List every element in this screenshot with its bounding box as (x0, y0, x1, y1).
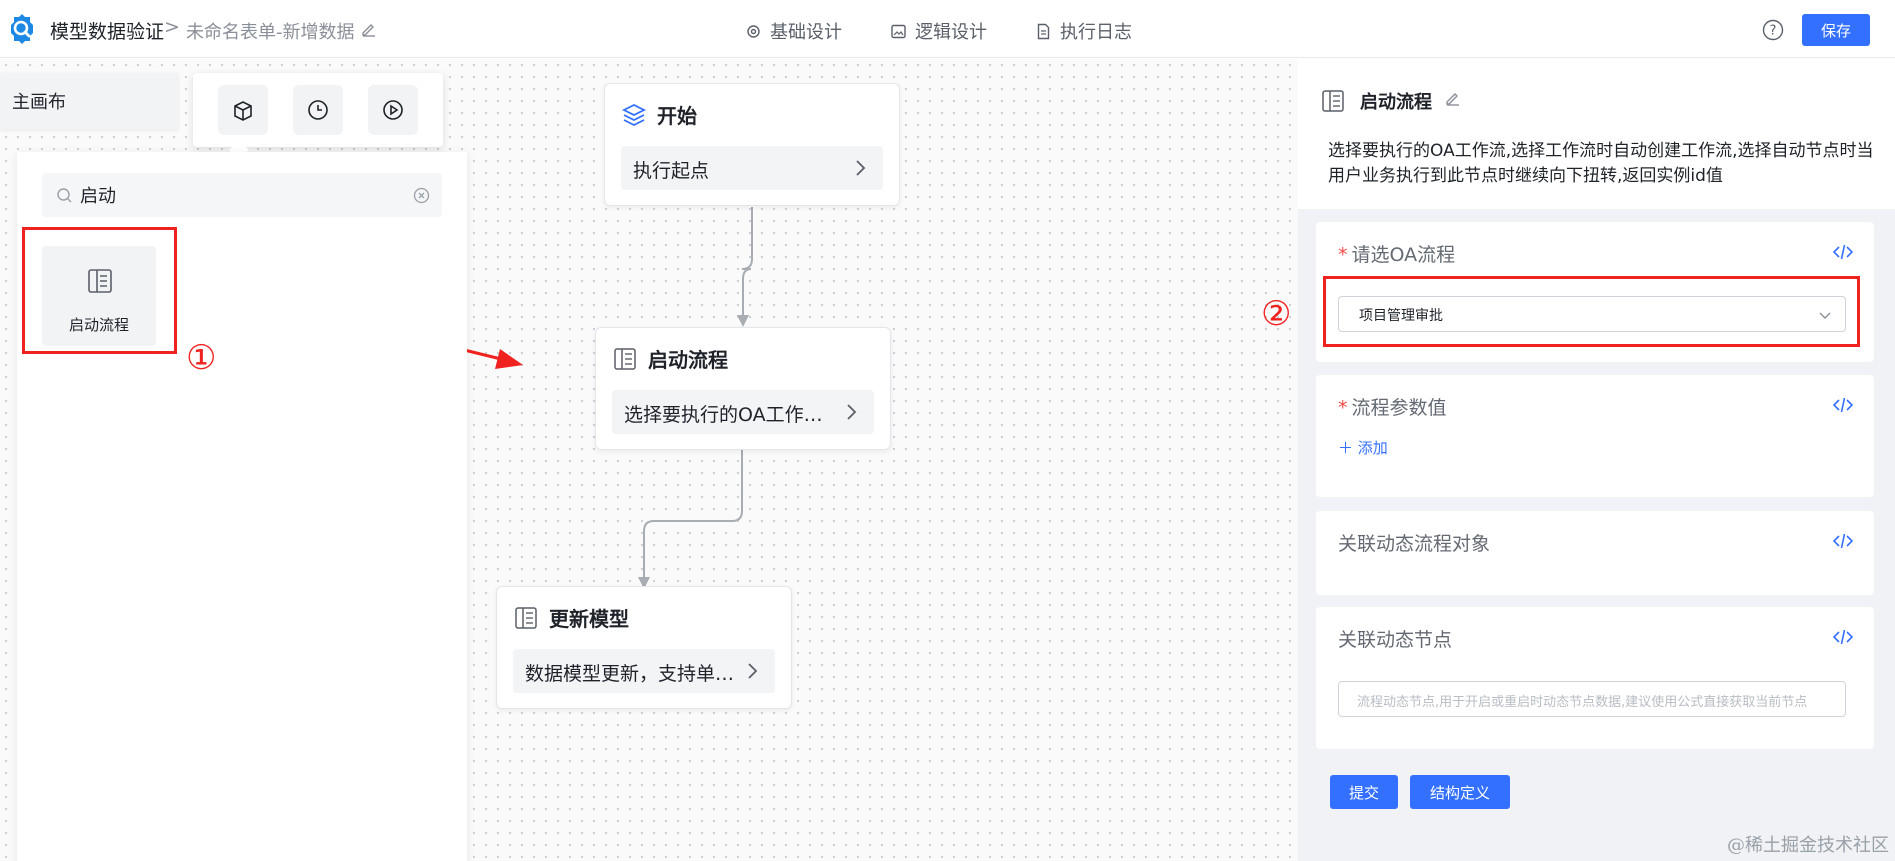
doc-list-icon (515, 606, 537, 629)
search-icon (57, 188, 72, 203)
annotation-mark-1: ① (186, 338, 217, 378)
node-title: 启动流程 (648, 348, 728, 372)
document-icon (1037, 23, 1050, 39)
tab-execution-log[interactable]: 执行日志 (1035, 18, 1132, 44)
svg-text:?: ? (1770, 24, 1777, 39)
tab-label: 基础设计 (770, 22, 842, 43)
breadcrumb-separator: > (164, 16, 180, 38)
layers-icon (621, 103, 647, 126)
clock-icon (308, 100, 328, 120)
app-logo-icon (11, 14, 33, 44)
code-icon[interactable] (1832, 242, 1854, 262)
form-name: 未命名表单-新增数据 (186, 22, 355, 43)
doc-list-icon (614, 347, 636, 370)
node-body[interactable]: 选择要执行的OA工作… (612, 390, 874, 434)
chevron-right-icon (748, 663, 758, 679)
help-icon[interactable]: ? (1762, 19, 1784, 41)
dynamic-node-input[interactable]: 流程动态节点,用于开启或重启时动态节点数据,建议使用公式直接获取当前节点 (1338, 681, 1846, 717)
field-label-text: 关联动态流程对象 (1338, 533, 1491, 555)
submit-button[interactable]: 提交 (1330, 775, 1398, 809)
clear-icon[interactable] (413, 187, 430, 204)
node-body-text: 选择要执行的OA工作… (624, 404, 823, 426)
history-button[interactable] (293, 85, 343, 135)
watermark: @稀土掘金技术社区 (1727, 835, 1889, 856)
annotation-box-1 (22, 227, 177, 354)
app-title[interactable]: 模型数据验证 (50, 17, 164, 44)
field-label: * 请选OA流程 (1338, 240, 1455, 267)
node-toolbar (193, 73, 443, 147)
node-body[interactable]: 数据模型更新，支持单… (513, 649, 775, 693)
gear-icon (747, 24, 760, 38)
flow-node-start[interactable]: 开始 执行起点 (604, 83, 900, 206)
annotation-mark-2: ② (1261, 294, 1292, 334)
field-label-text: 关联动态节点 (1338, 629, 1453, 651)
search-input[interactable] (80, 173, 400, 217)
flow-node-launch[interactable]: 启动流程 选择要执行的OA工作… (595, 327, 891, 450)
components-button[interactable] (218, 85, 268, 135)
field-label-text: 请选OA流程 (1351, 244, 1456, 266)
chevron-right-icon (847, 404, 857, 420)
run-button[interactable] (368, 85, 418, 135)
properties-panel: 启动流程 选择要执行的OA工作流,选择工作流时自动创建工作流,选择自动节点时当用… (1298, 59, 1895, 861)
doc-list-icon (1322, 90, 1344, 112)
top-bar: 模型数据验证 > 未命名表单-新增数据 基础设计 逻辑设计 执行日志 ? 保存 (0, 0, 1895, 58)
field-label: * 流程参数值 (1338, 393, 1447, 420)
tab-label: 执行日志 (1060, 22, 1132, 43)
flow-canvas[interactable]: 主画布 启动 启动流程 ① 开始 执行起点 启动流程 选择要执行的OA工作… 更… (0, 59, 1298, 861)
code-icon[interactable] (1832, 627, 1854, 647)
tab-logic-design[interactable]: 逻辑设计 (890, 18, 987, 44)
node-body-text: 数据模型更新，支持单… (525, 663, 735, 685)
add-label: 添加 (1357, 439, 1388, 457)
node-body[interactable]: 执行起点 (621, 146, 883, 190)
field-card-flow-params: * 流程参数值 ＋ 添加 (1316, 375, 1874, 497)
field-label-text: 流程参数值 (1351, 397, 1447, 419)
save-button[interactable]: 保存 (1802, 14, 1870, 46)
edit-pencil-icon[interactable] (1444, 89, 1462, 107)
annotation-box-2 (1323, 276, 1860, 347)
node-title: 更新模型 (549, 607, 629, 631)
add-param-button[interactable]: ＋ 添加 (1338, 437, 1388, 458)
tab-basic-design[interactable]: 基础设计 (745, 18, 842, 44)
edit-pencil-icon[interactable] (360, 20, 378, 38)
play-icon (383, 100, 403, 120)
node-title: 开始 (657, 104, 697, 128)
plus-icon: ＋ (1338, 439, 1358, 457)
field-card-dynamic-object: 关联动态流程对象 (1316, 511, 1874, 595)
node-body-text: 执行起点 (633, 160, 710, 182)
required-mark: * (1338, 397, 1348, 419)
properties-header: 启动流程 选择要执行的OA工作流,选择工作流时自动创建工作流,选择自动节点时当用… (1298, 59, 1895, 209)
properties-title: 启动流程 (1360, 92, 1432, 113)
tab-label: 逻辑设计 (915, 22, 987, 43)
box-icon (234, 101, 252, 121)
component-search[interactable] (42, 173, 442, 217)
schema-definition-button[interactable]: 结构定义 (1410, 775, 1510, 809)
field-card-dynamic-node: 关联动态节点 流程动态节点,用于开启或重启时动态节点数据,建议使用公式直接获取当… (1316, 607, 1874, 749)
chevron-right-icon (856, 160, 866, 176)
image-icon (891, 24, 906, 38)
flow-node-update-model[interactable]: 更新模型 数据模型更新，支持单… (496, 586, 792, 709)
main-canvas-tab[interactable]: 主画布 (0, 73, 178, 129)
code-icon[interactable] (1832, 395, 1854, 415)
properties-description: 选择要执行的OA工作流,选择工作流时自动创建工作流,选择自动节点时当用户业务执行… (1328, 141, 1874, 186)
code-icon[interactable] (1832, 531, 1854, 551)
required-mark: * (1338, 244, 1348, 266)
